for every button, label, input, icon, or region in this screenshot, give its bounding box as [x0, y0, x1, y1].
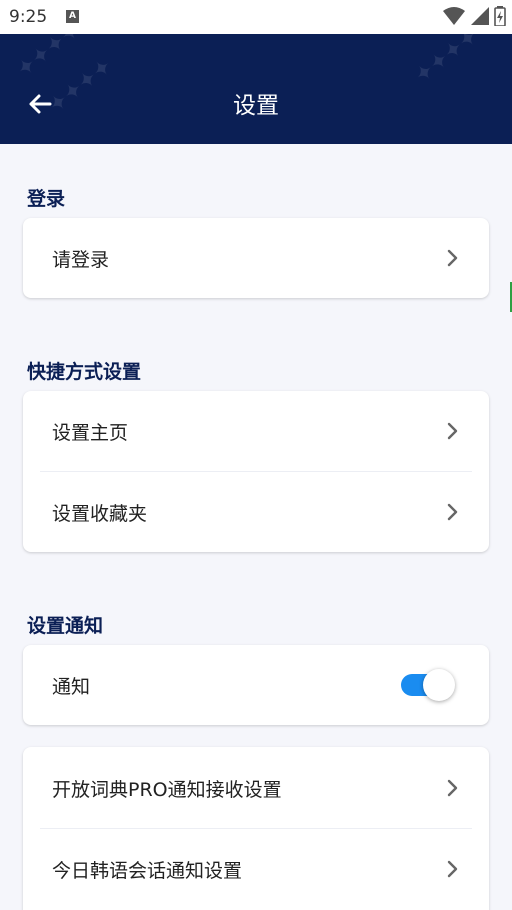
- wifi-icon: [443, 7, 465, 25]
- card-notification-toggle: 通知: [23, 645, 489, 725]
- chevron-right-icon: [447, 422, 458, 440]
- section-title-login: 登录: [27, 188, 66, 210]
- login-row[interactable]: 请登录: [23, 218, 489, 298]
- status-time: 9:25: [9, 7, 48, 27]
- notification-toggle-row: 通知: [23, 645, 489, 725]
- card-login: 请登录: [23, 218, 489, 298]
- watermark: ✦✦✦✦: [410, 23, 484, 90]
- row-label: 请登录: [52, 248, 110, 271]
- chevron-right-icon: [447, 503, 458, 521]
- row-label: 设置收藏夹: [52, 502, 148, 525]
- card-notification-settings: 开放词典PRO通知接收设置 今日韩语会话通知设置: [23, 747, 489, 910]
- row-label: 设置主页: [52, 421, 129, 444]
- set-favorites-row[interactable]: 设置收藏夹: [23, 472, 489, 552]
- row-label: 开放词典PRO通知接收设置: [52, 778, 282, 801]
- daily-korean-notification-row[interactable]: 今日韩语会话通知设置: [23, 829, 489, 909]
- app-bar: ✦✦✦✦ ✦✦✦✦ ✦✦✦✦ 设置: [0, 18, 512, 144]
- section-title-shortcuts: 快捷方式设置: [27, 361, 142, 383]
- signal-icon: [471, 7, 489, 25]
- opendict-pro-notification-row[interactable]: 开放词典PRO通知接收设置: [23, 748, 489, 828]
- notification-toggle[interactable]: [399, 669, 457, 701]
- status-icons: [442, 6, 506, 26]
- row-label: 通知: [52, 675, 91, 698]
- toggle-thumb: [423, 669, 455, 701]
- battery-icon: [494, 6, 506, 26]
- chevron-right-icon: [447, 779, 458, 797]
- set-homepage-row[interactable]: 设置主页: [23, 391, 489, 471]
- notification-a-icon: A: [66, 10, 79, 23]
- section-title-notifications: 设置通知: [27, 615, 104, 637]
- row-label: 今日韩语会话通知设置: [52, 859, 243, 882]
- page-title: 设置: [233, 93, 279, 119]
- chevron-right-icon: [447, 860, 458, 878]
- chevron-right-icon: [447, 249, 458, 267]
- status-bar: 9:25 A: [0, 0, 512, 34]
- card-shortcuts: 设置主页 设置收藏夹: [23, 391, 489, 552]
